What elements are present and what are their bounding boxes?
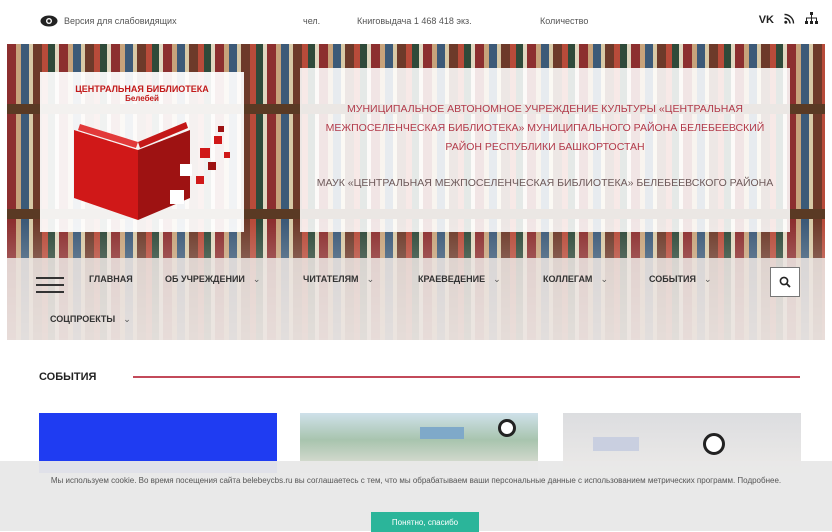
events-heading: События xyxy=(39,371,97,383)
poster-image xyxy=(593,437,639,451)
cookie-accept-button[interactable]: Понятно, спасибо xyxy=(371,512,479,532)
nav-item-events[interactable]: События ⌄ xyxy=(649,274,712,285)
vision-impaired-label: Версия для слабовидящих xyxy=(64,16,177,26)
chevron-down-icon: ⌄ xyxy=(600,274,608,284)
site-logo[interactable]: ЦЕНТРАЛЬНАЯ БИБЛИОТЕКА Белебей xyxy=(40,72,244,232)
social-links: VK xyxy=(759,12,818,27)
vision-impaired-link[interactable]: Версия для слабовидящих xyxy=(40,15,177,27)
search-button[interactable] xyxy=(770,267,800,297)
hamburger-icon[interactable] xyxy=(36,277,64,293)
rss-icon[interactable] xyxy=(784,13,795,27)
vk-link[interactable]: VK xyxy=(759,14,774,26)
main-navigation: Главная Об учреждении ⌄ Читателям ⌄ Краеве… xyxy=(7,258,825,340)
sitemap-icon[interactable] xyxy=(805,12,818,27)
count-stat: Количество xyxy=(540,16,589,26)
clock-image xyxy=(498,419,516,437)
chevron-down-icon: ⌄ xyxy=(123,314,131,324)
events-divider xyxy=(133,376,800,378)
institution-title-box: МУНИЦИПАЛЬНОЕ АВТОНОМНОЕ УЧРЕЖДЕНИЕ КУЛЬ… xyxy=(300,68,790,232)
nav-item-readers[interactable]: Читателям ⌄ xyxy=(303,274,374,285)
readers-stat: чел. xyxy=(303,16,321,26)
book-logo-icon xyxy=(74,122,230,220)
chevron-down-icon: ⌄ xyxy=(493,274,501,284)
nav-item-social-projects[interactable]: Соцпроекты ⌄ xyxy=(50,314,131,325)
cookie-banner: Мы используем cookie. Во время посещения… xyxy=(0,461,832,532)
clock-image xyxy=(703,433,725,455)
books-stat: Книговыдача 1 468 418 экз. xyxy=(357,16,472,26)
nav-item-home[interactable]: Главная xyxy=(89,274,133,284)
nav-item-about[interactable]: Об учреждении ⌄ xyxy=(165,274,260,285)
institution-short-name: МАУК «ЦЕНТРАЛЬНАЯ МЕЖПОСЕЛЕНЧЕСКАЯ БИБЛИ… xyxy=(316,177,774,189)
chevron-down-icon: ⌄ xyxy=(252,274,261,284)
poster-image xyxy=(420,427,464,439)
search-icon xyxy=(779,276,791,288)
nav-item-local-history[interactable]: Краеведение ⌄ xyxy=(418,274,501,285)
chevron-down-icon: ⌄ xyxy=(366,274,375,284)
cookie-text: Мы используем cookie. Во время посещения… xyxy=(50,476,782,485)
eye-icon xyxy=(40,15,58,27)
top-bar: Версия для слабовидящих чел. Книговыдача… xyxy=(0,0,832,44)
chevron-down-icon: ⌄ xyxy=(704,274,712,284)
nav-item-colleagues[interactable]: Коллегам ⌄ xyxy=(543,274,608,285)
institution-full-name: МУНИЦИПАЛЬНОЕ АВТОНОМНОЕ УЧРЕЖДЕНИЕ КУЛЬ… xyxy=(325,103,765,153)
